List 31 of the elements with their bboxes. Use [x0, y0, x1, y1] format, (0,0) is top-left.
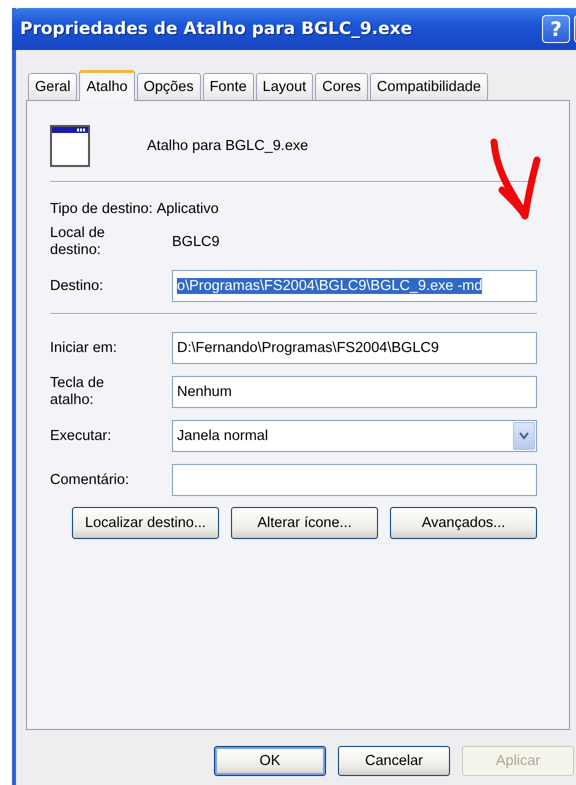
input-field[interactable]: [172, 464, 537, 496]
tab[interactable]: Geral: [28, 73, 78, 100]
help-button[interactable]: ?: [542, 15, 570, 43]
info-label: Local de destino:: [50, 225, 106, 259]
info-value: Aplicativo: [156, 201, 219, 217]
tab[interactable]: Opções: [136, 73, 201, 100]
field-label: Tecla de atalho:: [50, 375, 106, 409]
shortcut-name: Atalho para BGLC_9.exe: [147, 138, 308, 154]
action-button[interactable]: Localizar destino...: [72, 507, 219, 539]
tab[interactable]: Layout: [256, 73, 314, 100]
field-label: Destino:: [50, 278, 104, 294]
dialog-button[interactable]: Cancelar: [338, 746, 450, 776]
window-icon: [50, 125, 90, 167]
dialog-button[interactable]: OK: [214, 746, 326, 776]
tab[interactable]: Atalho: [79, 70, 135, 101]
action-button[interactable]: Avançados...: [390, 507, 537, 539]
tab[interactable]: Cores: [315, 73, 368, 100]
input-field[interactable]: o\Programas\FS2004\BGLC9\BGLC_9.exe -md: [172, 270, 537, 302]
tab[interactable]: Fonte: [202, 73, 254, 100]
action-button[interactable]: Alterar ícone...: [231, 507, 378, 539]
tab[interactable]: Compatibilidade: [370, 73, 488, 100]
input-field[interactable]: Nenhum: [172, 376, 537, 408]
field-label: Executar:: [50, 428, 112, 444]
input-field[interactable]: D:\Fernando\Programas\FS2004\BGLC9: [172, 332, 537, 364]
dropdown-field[interactable]: Janela normal: [172, 420, 537, 452]
field-label: Comentário:: [50, 472, 130, 488]
info-label: Tipo de destino:: [50, 201, 153, 217]
chevron-icon[interactable]: [513, 422, 535, 450]
info-value: BGLC9: [172, 234, 221, 250]
window-title: Propriedades de Atalho para BGLC_9.exe: [20, 19, 414, 39]
field-label: Iniciar em:: [50, 340, 118, 356]
